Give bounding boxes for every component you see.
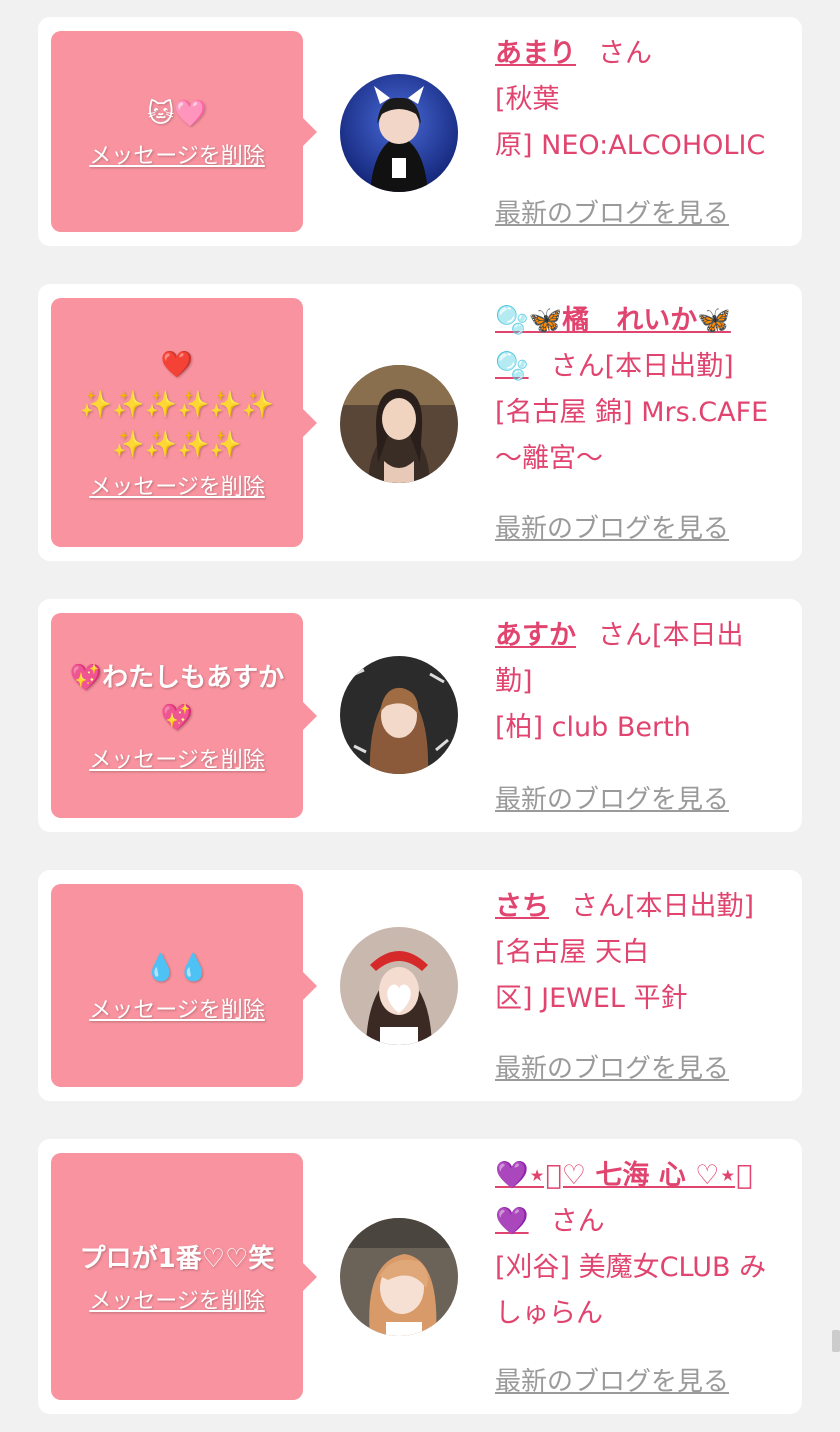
girl-name-link[interactable]: 💜⋆͛♡ 七海 心 ♡⋆͛ bbox=[495, 1160, 752, 1191]
girl-name-link[interactable]: 🫧🦋橘 れいか🦋 bbox=[495, 305, 731, 336]
delete-message-link[interactable]: メッセージを削除 bbox=[89, 469, 265, 501]
latest-blog-link[interactable]: 最新のブログを見る bbox=[495, 779, 729, 816]
shop-name: 原] NEO:ALCOHOLIC bbox=[495, 130, 766, 161]
message-bubble: 🐱🩷 メッセージを削除 bbox=[51, 31, 317, 232]
avatar[interactable] bbox=[340, 74, 458, 192]
message-card: 💖わたしもあすか 💖 メッセージを削除 あすか さん[本日出 勤] [柏] clu… bbox=[38, 599, 802, 832]
message-text: ❤️ bbox=[160, 349, 194, 380]
delete-message-link[interactable]: メッセージを削除 bbox=[89, 992, 265, 1024]
message-text: ✨✨✨✨✨✨ bbox=[79, 389, 275, 420]
scrollbar-thumb[interactable] bbox=[832, 1330, 840, 1352]
message-card: 🐱🩷 メッセージを削除 あまり さん [秋葉 原] NEO:ALCOHOLIC 最… bbox=[38, 17, 802, 246]
girl-name-link[interactable]: あすか bbox=[495, 620, 576, 651]
girl-name-link[interactable]: 💜 bbox=[495, 1206, 529, 1237]
honorific: さん bbox=[598, 38, 652, 69]
avatar[interactable] bbox=[340, 365, 458, 483]
message-bubble: 💧💧 メッセージを削除 bbox=[51, 884, 317, 1087]
profile-info: さち さん[本日出勤] [名古屋 天白 区] JEWEL 平針 bbox=[495, 884, 790, 1022]
shop-name: 〜離宮〜 bbox=[495, 443, 603, 474]
honorific: さん bbox=[571, 891, 625, 922]
message-text: 🐱🩷 bbox=[147, 98, 207, 129]
shop-name: しゅらん bbox=[495, 1298, 603, 1329]
girl-name-link[interactable]: あまり bbox=[495, 38, 576, 69]
work-status: [本日出勤] bbox=[604, 351, 734, 382]
message-text: プロが1番♡♡笑 bbox=[79, 1243, 275, 1274]
shop-name: [名古屋 錦] Mrs.CAFE bbox=[495, 397, 769, 428]
honorific: さん bbox=[598, 620, 652, 651]
latest-blog-link[interactable]: 最新のブログを見る bbox=[495, 508, 729, 545]
honorific: さん bbox=[550, 1206, 605, 1237]
avatar[interactable] bbox=[340, 1218, 458, 1336]
profile-info: あまり さん [秋葉 原] NEO:ALCOHOLIC bbox=[495, 31, 790, 169]
message-text: 💧💧 bbox=[144, 952, 210, 983]
message-text: 💖 bbox=[160, 702, 194, 733]
work-status: [本日出 bbox=[652, 620, 744, 651]
shop-name: [柏] club Berth bbox=[495, 712, 691, 743]
profile-info: 💜⋆͛♡ 七海 心 ♡⋆͛ 💜 さん [刈谷] 美魔女CLUB み しゅらん bbox=[495, 1153, 790, 1337]
message-text: ✨✨✨✨ bbox=[112, 429, 242, 460]
delete-message-link[interactable]: メッセージを削除 bbox=[89, 138, 265, 170]
work-status: [本日出勤] bbox=[625, 891, 755, 922]
girl-name-link[interactable]: 🫧 bbox=[495, 351, 529, 382]
avatar[interactable] bbox=[340, 927, 458, 1045]
latest-blog-link[interactable]: 最新のブログを見る bbox=[495, 1361, 729, 1398]
delete-message-link[interactable]: メッセージを削除 bbox=[89, 742, 265, 774]
honorific: さん bbox=[550, 351, 605, 382]
message-text: 💖わたしもあすか bbox=[69, 662, 285, 693]
profile-info: 🫧🦋橘 れいか🦋 🫧 さん[本日出勤] [名古屋 錦] Mrs.CAFE 〜離宮〜 bbox=[495, 298, 790, 482]
shop-name: 区] JEWEL 平針 bbox=[495, 983, 688, 1014]
message-card: ❤️ ✨✨✨✨✨✨ ✨✨✨✨ メッセージを削除 🫧🦋橘 れいか🦋 🫧 さん[本日出… bbox=[38, 284, 802, 561]
delete-message-link[interactable]: メッセージを削除 bbox=[89, 1283, 265, 1315]
work-status: 勤] bbox=[495, 666, 533, 697]
profile-info: あすか さん[本日出 勤] [柏] club Berth bbox=[495, 613, 790, 751]
shop-name: [刈谷] 美魔女CLUB み bbox=[495, 1252, 767, 1283]
shop-name: [名古屋 天白 bbox=[495, 937, 650, 968]
message-bubble: ❤️ ✨✨✨✨✨✨ ✨✨✨✨ メッセージを削除 bbox=[51, 298, 317, 547]
message-bubble: プロが1番♡♡笑 メッセージを削除 bbox=[51, 1153, 317, 1400]
shop-name: [秋葉 bbox=[495, 84, 560, 115]
girl-name-link[interactable]: さち bbox=[495, 891, 549, 922]
avatar[interactable] bbox=[340, 656, 458, 774]
latest-blog-link[interactable]: 最新のブログを見る bbox=[495, 1048, 729, 1085]
message-card: プロが1番♡♡笑 メッセージを削除 💜⋆͛♡ 七海 心 ♡⋆͛ 💜 さん [刈谷]… bbox=[38, 1139, 802, 1414]
message-bubble: 💖わたしもあすか 💖 メッセージを削除 bbox=[51, 613, 317, 818]
message-card: 💧💧 メッセージを削除 さち さん[本日出勤] [名古屋 天白 区] JEWEL … bbox=[38, 870, 802, 1101]
latest-blog-link[interactable]: 最新のブログを見る bbox=[495, 193, 729, 230]
